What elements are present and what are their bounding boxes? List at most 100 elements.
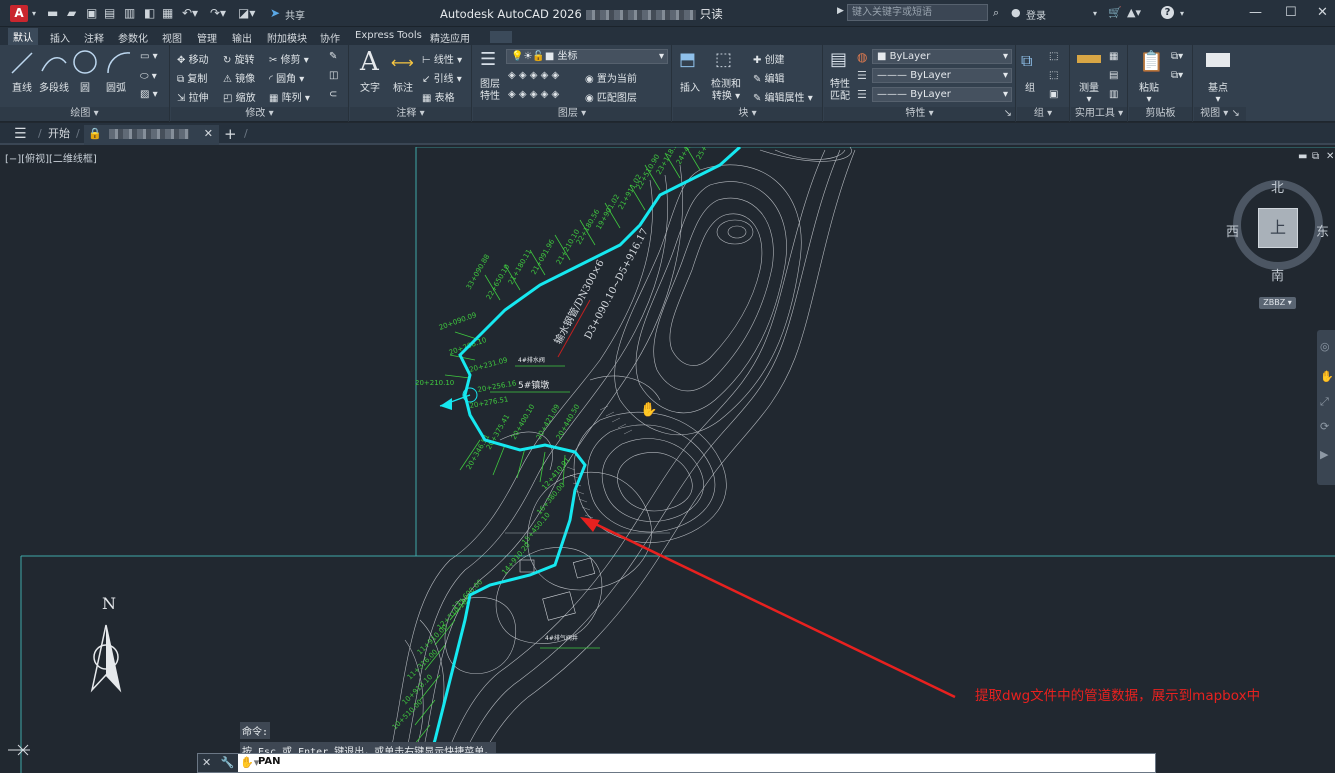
close-command-icon[interactable]: ✕ [202,756,211,769]
quick-calc-icon[interactable]: ▦ [1109,51,1118,62]
copy-button[interactable]: ⧉ 复制 [177,70,207,85]
stretch-button[interactable]: ⇲ 拉伸 [177,89,209,104]
layer-tools-row1[interactable]: ◈ ◈ ◈ ◈ ◈ [508,70,559,81]
save-as-icon[interactable]: ▤ [104,6,115,20]
redo-icon[interactable]: ↷▾ [210,6,226,20]
navigation-bar[interactable]: ◎ ✋ ⤢ ⟳ ▶ [1317,330,1335,485]
viewport-minimize-icon[interactable]: ▬ [1298,151,1307,162]
explode-icon[interactable]: ◫ [329,70,338,81]
tab-parametric[interactable]: 参数化 [118,30,148,45]
rectangle-icon[interactable]: ▭ ▾ [140,51,158,62]
tab-express-tools[interactable]: Express Tools [355,30,422,41]
close-tab-icon[interactable]: ✕ [204,125,213,143]
tab-manage[interactable]: 管理 [197,30,217,45]
panel-title-modify[interactable]: 修改 ▾ [171,107,348,121]
cut-icon[interactable]: ⧉▾ [1171,51,1183,62]
lineweight-dropdown[interactable]: ——— ByLayer ▾ [872,87,1012,102]
polyline-button[interactable]: 多段线 [39,79,69,94]
login-button[interactable]: 登录 [1026,7,1046,22]
tab-addins[interactable]: 附加模块 [267,30,307,45]
panel-title-groups[interactable]: 组 ▾ [1017,107,1069,121]
measure-button[interactable]: 测量 ▾ [1079,79,1099,105]
wcs-menu[interactable]: ZBBZ ▾ [1259,297,1296,309]
import-icon[interactable]: ◧ [144,6,155,20]
user-icon[interactable]: ● [1011,6,1021,19]
workspace-icon[interactable]: ◪▾ [238,6,255,20]
dimension-button[interactable]: 标注 [393,79,413,94]
help-chevron-icon[interactable]: ▾ [1180,9,1184,18]
table-button[interactable]: ▦ 表格 [422,89,455,104]
insert-button[interactable]: 插入 [680,79,700,94]
maximize-icon[interactable]: ☐ [1285,5,1297,20]
group-select-icon[interactable]: ▣ [1049,89,1058,100]
panel-title-utilities[interactable]: 实用工具 ▾ [1071,107,1127,121]
panel-title-view[interactable]: 视图 ▾ ↘ [1194,107,1246,121]
leader-button[interactable]: ↙ 引线 ▾ [422,70,462,85]
color-dropdown[interactable]: ■ ByLayer ▾ [872,49,1012,64]
help-icon[interactable]: ? [1161,6,1174,19]
offset-icon[interactable]: ⊂ [329,89,337,100]
app-menu-chevron-icon[interactable]: ▾ [32,9,36,18]
chevron-right-icon[interactable]: ▶ [837,6,844,16]
panel-title-clipboard[interactable]: 剪贴板 [1129,107,1192,121]
detect-convert-button[interactable]: 检测和 转换 ▾ [711,79,741,103]
command-line[interactable]: ✕ 🔧 ✋▾ PAN [197,753,1156,773]
compass-south[interactable]: 南 [1271,265,1284,284]
tab-start[interactable]: 开始 [48,125,70,145]
viewport-close-icon[interactable]: ✕ [1326,151,1334,162]
erase-icon[interactable]: ✎ [329,51,337,62]
panel-title-annotation[interactable]: 注释 ▾ [350,107,471,121]
select-all-icon[interactable]: ▤ [1109,70,1118,81]
tab-collaborate[interactable]: 协作 [320,30,340,45]
tab-featured-apps[interactable]: 精选应用 [430,30,470,45]
tab-drawing[interactable]: 🔒 ✕ [84,125,219,145]
open-file-icon[interactable]: ▰ [67,6,76,20]
array-button[interactable]: ▦ 阵列 ▾ [269,89,310,104]
paste-button[interactable]: 粘贴 ▾ [1139,79,1159,105]
panel-title-layers[interactable]: 图层 ▾ [473,107,671,121]
create-block-button[interactable]: ✚ 创建 [753,51,785,66]
tab-insert[interactable]: 插入 [50,30,70,45]
undo-icon[interactable]: ↶▾ [182,6,198,20]
edit-attributes-button[interactable]: ✎ 编辑属性 ▾ [753,89,813,104]
viewport-restore-icon[interactable]: ⧉ [1312,151,1319,162]
search-icon[interactable]: ⌕ [993,6,999,20]
calculator-icon[interactable]: ▥ [1109,89,1118,100]
rotate-button[interactable]: ↻ 旋转 [223,51,255,66]
edit-block-button[interactable]: ✎ 编辑 [753,70,785,85]
mirror-button[interactable]: ⚠ 镜像 [223,70,255,85]
viewcube-top-face[interactable]: 上 [1258,208,1298,248]
move-button[interactable]: ✥ 移动 [177,51,209,66]
group-button[interactable]: 组 [1025,79,1035,94]
fillet-button[interactable]: ◜ 圆角 ▾ [269,70,304,85]
file-menu-icon[interactable]: ☰ [14,125,27,145]
save-icon[interactable]: ▣ [86,6,97,20]
login-chevron-icon[interactable]: ▾ [1093,9,1097,18]
share-icon[interactable]: ➤ [270,6,280,20]
layer-dropdown[interactable]: 💡☀🔓■ 坐标 ▾ [506,49,668,64]
tab-annotate[interactable]: 注释 [84,30,104,45]
tab-output[interactable]: 输出 [232,30,252,45]
copy-clip-icon[interactable]: ⧉▾ [1171,70,1183,81]
customize-wrench-icon[interactable]: 🔧 [221,756,235,769]
viewport-controls-label[interactable]: [−][俯视][二维线框] [5,150,97,165]
ribbon-toggle-icon[interactable] [490,31,512,43]
web-mobile-icon[interactable]: ▥ [124,6,135,20]
viewcube[interactable]: 上 北 南 西 东 [1226,177,1329,284]
hatch-icon[interactable]: ⬭ ▾ [140,71,157,82]
cart-icon[interactable]: 🛒 [1108,6,1122,19]
orbit-icon[interactable]: ⟳ [1320,420,1329,433]
circle-button[interactable]: 圆 [80,79,90,94]
tab-default[interactable]: 默认 [8,28,38,45]
tab-view[interactable]: 视图 [162,30,182,45]
text-button[interactable]: 文字 [360,79,380,94]
linetype-dropdown[interactable]: ——— ByLayer ▾ [872,68,1012,83]
trim-button[interactable]: ✂ 修剪 ▾ [269,51,309,66]
showmotion-icon[interactable]: ▶ [1320,448,1328,461]
close-icon[interactable]: ✕ [1317,5,1328,20]
line-button[interactable]: 直线 [12,79,32,94]
ungroup-icon[interactable]: ⬚ [1049,51,1058,62]
autodesk-app-icon[interactable]: ▲▾ [1127,6,1141,19]
layer-tools-row2[interactable]: ◈ ◈ ◈ ◈ ◈ [508,89,559,100]
base-view-button[interactable]: 基点 ▾ [1208,79,1228,105]
